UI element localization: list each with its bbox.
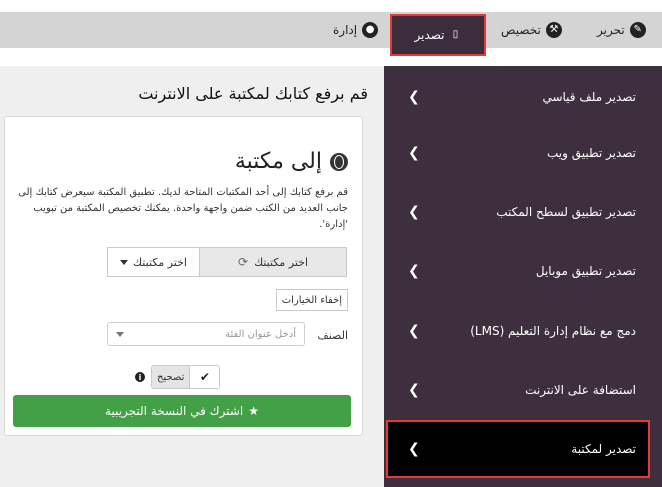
fix-option: i تصحيح ✔ bbox=[135, 365, 221, 389]
mobile-icon: ▯ bbox=[452, 29, 459, 40]
page-title: قم برفع كتابك لمكتبة على الانترنت bbox=[138, 84, 368, 103]
sidebar-item-web-app[interactable]: ❮ تصدير تطبيق ويب bbox=[384, 124, 662, 182]
subscribe-trial-label: اشترك في النسخة التجريبية bbox=[105, 404, 244, 418]
choose-library-dropdown-label: اختر مكتبتك bbox=[133, 255, 187, 269]
choose-library-button[interactable]: اختر مكتبتك ⟳ bbox=[199, 247, 347, 277]
hide-options-button[interactable]: إخفاء الخيارات bbox=[275, 289, 348, 311]
checkmark-icon[interactable]: ✔ bbox=[189, 366, 220, 388]
sidebar-item-label: تصدير تطبيق ويب bbox=[547, 146, 636, 160]
info-icon[interactable]: i bbox=[135, 372, 145, 382]
fix-label: تصحيح bbox=[152, 366, 190, 388]
card-title: إلى مكتبة bbox=[235, 149, 348, 174]
subscribe-trial-button[interactable]: ★ اشترك في النسخة التجريبية bbox=[13, 395, 351, 427]
tab-edit[interactable]: ✎ تحرير bbox=[597, 12, 646, 48]
sidebar-item-label: دمج مع نظام إدارة التعليم (LMS) bbox=[470, 324, 636, 338]
fix-toggle[interactable]: تصحيح ✔ bbox=[151, 365, 221, 389]
tab-admin-label: إدارة bbox=[333, 23, 358, 37]
tab-strip bbox=[0, 12, 662, 48]
chevron-left-icon: ❮ bbox=[408, 204, 420, 220]
tab-customize[interactable]: ⚒ تخصيص bbox=[501, 12, 562, 48]
tab-export-label: تصدير bbox=[414, 28, 445, 42]
tab-edit-label: تحرير bbox=[597, 23, 625, 37]
tab-export[interactable]: ▯ تصدير bbox=[390, 14, 486, 56]
sidebar-item-export-library[interactable]: ❮ تصدير لمكتبة bbox=[386, 420, 650, 478]
sidebar-item-standard-file[interactable]: ❮ تصدير ملف قياسي bbox=[384, 68, 662, 126]
sidebar-item-label: تصدير تطبيق موبايل bbox=[535, 264, 636, 278]
sidebar-item-label: استضافة على الانترنت bbox=[525, 383, 636, 397]
sidebar-item-label: تصدير تطبيق لسطح المكتب bbox=[496, 205, 636, 219]
sidebar-item-online-hosting[interactable]: ❮ استضافة على الانترنت bbox=[384, 361, 662, 419]
wrench-icon: ⚒ bbox=[545, 22, 562, 38]
chevron-left-icon: ❮ bbox=[408, 441, 420, 457]
sidebar-item-mobile-app[interactable]: ❮ تصدير تطبيق موبايل bbox=[384, 242, 662, 300]
category-placeholder: أدخل عنوان الفئة bbox=[225, 328, 296, 340]
chevron-left-icon: ❮ bbox=[408, 145, 420, 161]
library-card: إلى مكتبة قم برفع كتابك إلى أحد المكتبات… bbox=[4, 116, 363, 436]
refresh-icon: ⟳ bbox=[238, 255, 249, 269]
user-icon: ● bbox=[362, 22, 379, 38]
tab-customize-label: تخصيص bbox=[501, 23, 541, 37]
sidebar-item-lms[interactable]: ❮ دمج مع نظام إدارة التعليم (LMS) bbox=[384, 302, 662, 360]
category-select[interactable]: أدخل عنوان الفئة bbox=[107, 322, 305, 346]
sidebar-item-label: تصدير لمكتبة bbox=[571, 442, 636, 456]
globe-icon bbox=[330, 152, 348, 171]
sidebar-item-label: تصدير ملف قياسي bbox=[542, 90, 636, 104]
chevron-left-icon: ❮ bbox=[408, 323, 420, 339]
top-navigation: ✎ تحرير ⚒ تخصيص ▯ تصدير ● إدارة bbox=[0, 0, 662, 56]
tab-admin[interactable]: ● إدارة bbox=[333, 12, 379, 48]
choose-library-button-label: اختر مكتبتك bbox=[254, 255, 308, 269]
choose-library-dropdown[interactable]: اختر مكتبتك bbox=[107, 247, 199, 277]
category-label: الصنف bbox=[317, 329, 348, 342]
caret-down-icon bbox=[116, 331, 124, 337]
card-title-text: إلى مكتبة bbox=[234, 149, 322, 174]
export-content-panel: قم برفع كتابك لمكتبة على الانترنت إلى مك… bbox=[0, 66, 384, 487]
pencil-icon: ✎ bbox=[629, 22, 646, 38]
export-options-sidebar: ❮ تصدير ملف قياسي ❮ تصدير تطبيق ويب ❮ تص… bbox=[384, 66, 662, 487]
caret-down-icon bbox=[120, 259, 129, 265]
star-icon: ★ bbox=[248, 404, 259, 418]
card-description: قم برفع كتابك إلى أحد المكتبات المتاحة ل… bbox=[18, 187, 348, 230]
chevron-left-icon: ❮ bbox=[408, 89, 420, 105]
sidebar-item-desktop-app[interactable]: ❮ تصدير تطبيق لسطح المكتب bbox=[384, 183, 662, 241]
chevron-left-icon: ❮ bbox=[408, 382, 420, 398]
chevron-left-icon: ❮ bbox=[408, 263, 420, 279]
library-chooser: اختر مكتبتك اختر مكتبتك ⟳ bbox=[107, 247, 349, 277]
